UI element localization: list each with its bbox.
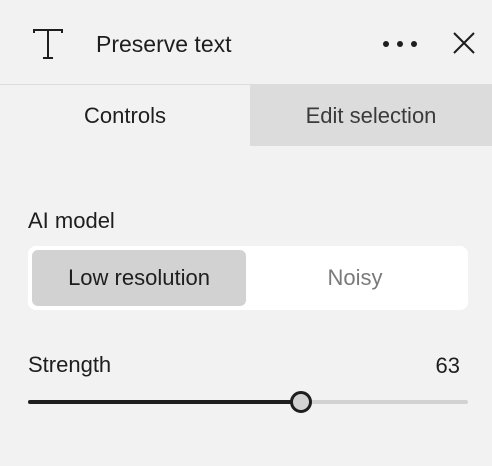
more-options-button[interactable]	[378, 28, 422, 60]
ai-model-label: AI model	[28, 208, 115, 233]
panel-title: Preserve text	[96, 31, 232, 57]
more-horizontal-icon	[383, 41, 417, 47]
panel-header: Preserve text	[0, 0, 492, 85]
text-type-icon	[30, 26, 66, 62]
ai-model-option-noisy[interactable]: Noisy	[246, 250, 464, 306]
ai-model-selector: Low resolution Noisy	[28, 246, 468, 310]
ai-model-option-low-resolution[interactable]: Low resolution	[32, 250, 246, 306]
tab-bar: Controls Edit selection	[0, 85, 492, 146]
close-button[interactable]	[446, 25, 482, 61]
close-icon	[453, 32, 475, 54]
slider-fill	[28, 400, 301, 404]
strength-value: 63	[435, 353, 460, 378]
tab-controls[interactable]: Controls	[0, 85, 250, 146]
preserve-text-panel: Preserve text Controls Edit selection AI…	[0, 0, 492, 466]
slider-thumb[interactable]	[290, 391, 312, 413]
strength-slider[interactable]	[28, 386, 468, 418]
strength-label: Strength	[28, 352, 112, 377]
tab-edit-selection[interactable]: Edit selection	[250, 85, 492, 146]
